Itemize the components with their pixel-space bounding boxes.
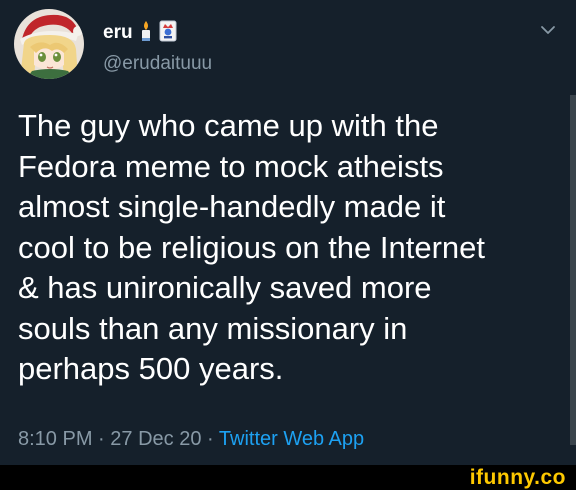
tweet-date[interactable]: 27 Dec 20 — [110, 428, 201, 450]
chevron-down-icon[interactable] — [538, 20, 558, 40]
scrollbar-thumb[interactable] — [570, 95, 576, 445]
tweet-meta: 8:10 PM · 27 Dec 20 · Twitter Web App — [18, 426, 364, 452]
user-handle[interactable]: @erudaituuu — [103, 52, 212, 76]
avatar[interactable] — [14, 9, 84, 79]
display-name[interactable]: eru — [103, 21, 133, 45]
joker-card-emoji-icon — [159, 20, 177, 47]
tweet-text-line: almost single-handedly made it — [18, 189, 446, 224]
ifunny-watermark: ifunny.co — [469, 466, 566, 489]
tweet-text-line: & has unironically saved more — [18, 270, 432, 305]
tweet-text-line: cool to be religious on the Internet — [18, 229, 486, 265]
tweet-text: The guy who came up with the Fedora meme… — [18, 106, 566, 390]
tweet-text-line: Fedora meme to mock atheists — [18, 148, 444, 184]
tweet-text-line: The guy who came up with the — [18, 108, 439, 143]
tweet-text-line: souls than any missionary in — [18, 310, 408, 346]
tweet-source-link[interactable]: Twitter Web App — [219, 428, 364, 450]
tweet-card: eru @erudaituuu The guy who came up with… — [0, 0, 576, 465]
avatar-anime-girl-icon — [14, 9, 84, 79]
tweet-time[interactable]: 8:10 PM — [18, 428, 92, 450]
author-name-row[interactable]: eru — [103, 20, 177, 46]
candle-emoji-icon — [139, 20, 153, 47]
meta-separator: · — [207, 428, 214, 450]
tweet-text-line: perhaps 500 years. — [18, 351, 284, 386]
meta-separator: · — [98, 428, 105, 450]
